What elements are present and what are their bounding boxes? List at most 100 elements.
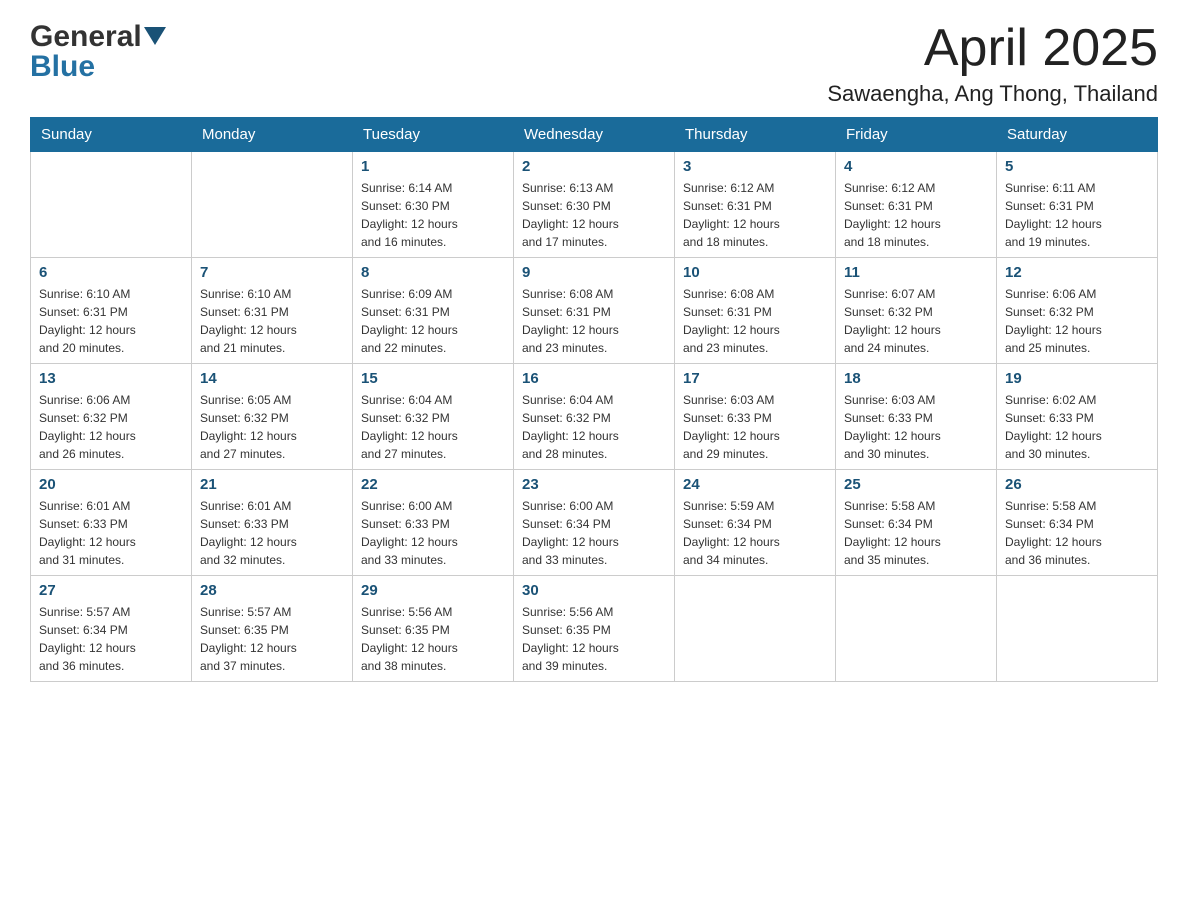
- column-header-monday: Monday: [192, 118, 353, 152]
- calendar-week-row: 20 Sunrise: 6:01 AM Sunset: 6:33 PM Dayli…: [31, 470, 1158, 576]
- calendar-cell: 20Sunrise: 6:01 AM Sunset: 6:33 PM Dayli…: [31, 470, 192, 576]
- calendar-cell: 22 Sunrise: 6:00 AM Sunset: 6:33 PM Dayli…: [353, 470, 514, 576]
- day-info: Sunrise: 6:10 AM Sunset: 6:31 PM Dayligh…: [200, 285, 344, 357]
- calendar-cell: 27Sunrise: 5:57 AM Sunset: 6:34 PM Dayli…: [31, 576, 192, 682]
- month-title: April 2025: [827, 20, 1158, 77]
- day-number: 16: [522, 370, 666, 387]
- day-info: Sunrise: 6:04 AM Sunset: 6:32 PM Dayligh…: [361, 391, 505, 463]
- day-info: Sunrise: 5:57 AM Sunset: 6:34 PM Dayligh…: [39, 603, 183, 675]
- calendar-cell: 2 Sunrise: 6:13 AM Sunset: 6:30 PM Daylig…: [514, 152, 675, 258]
- calendar-cell: [31, 152, 192, 258]
- day-info: Sunrise: 6:10 AM Sunset: 6:31 PM Dayligh…: [39, 285, 183, 357]
- day-info: Sunrise: 6:06 AM Sunset: 6:32 PM Dayligh…: [1005, 285, 1149, 357]
- calendar-week-row: 27Sunrise: 5:57 AM Sunset: 6:34 PM Dayli…: [31, 576, 1158, 682]
- calendar-cell: 10Sunrise: 6:08 AM Sunset: 6:31 PM Dayli…: [675, 258, 836, 364]
- calendar-week-row: 6 Sunrise: 6:10 AM Sunset: 6:31 PM Daylig…: [31, 258, 1158, 364]
- day-info: Sunrise: 6:13 AM Sunset: 6:30 PM Dayligh…: [522, 179, 666, 251]
- day-number: 5: [1005, 158, 1149, 175]
- calendar-cell: 4 Sunrise: 6:12 AM Sunset: 6:31 PM Daylig…: [836, 152, 997, 258]
- day-number: 17: [683, 370, 827, 387]
- column-header-sunday: Sunday: [31, 118, 192, 152]
- calendar-cell: 23 Sunrise: 6:00 AM Sunset: 6:34 PM Dayli…: [514, 470, 675, 576]
- calendar-cell: [675, 576, 836, 682]
- day-info: Sunrise: 6:12 AM Sunset: 6:31 PM Dayligh…: [844, 179, 988, 251]
- day-info: Sunrise: 5:56 AM Sunset: 6:35 PM Dayligh…: [522, 603, 666, 675]
- day-number: 28: [200, 582, 344, 599]
- calendar-cell: 19Sunrise: 6:02 AM Sunset: 6:33 PM Dayli…: [997, 364, 1158, 470]
- calendar-cell: 30 Sunrise: 5:56 AM Sunset: 6:35 PM Dayli…: [514, 576, 675, 682]
- day-info: Sunrise: 6:08 AM Sunset: 6:31 PM Dayligh…: [683, 285, 827, 357]
- calendar-cell: 1 Sunrise: 6:14 AM Sunset: 6:30 PM Daylig…: [353, 152, 514, 258]
- column-header-friday: Friday: [836, 118, 997, 152]
- day-info: Sunrise: 5:56 AM Sunset: 6:35 PM Dayligh…: [361, 603, 505, 675]
- calendar-cell: 24 Sunrise: 5:59 AM Sunset: 6:34 PM Dayli…: [675, 470, 836, 576]
- calendar-cell: 9 Sunrise: 6:08 AM Sunset: 6:31 PM Daylig…: [514, 258, 675, 364]
- day-number: 11: [844, 264, 988, 281]
- calendar-cell: 18 Sunrise: 6:03 AM Sunset: 6:33 PM Dayli…: [836, 364, 997, 470]
- day-info: Sunrise: 6:07 AM Sunset: 6:32 PM Dayligh…: [844, 285, 988, 357]
- day-number: 1: [361, 158, 505, 175]
- day-info: Sunrise: 6:12 AM Sunset: 6:31 PM Dayligh…: [683, 179, 827, 251]
- day-number: 25: [844, 476, 988, 493]
- day-info: Sunrise: 5:59 AM Sunset: 6:34 PM Dayligh…: [683, 497, 827, 569]
- day-number: 19: [1005, 370, 1149, 387]
- calendar-cell: 16 Sunrise: 6:04 AM Sunset: 6:32 PM Dayli…: [514, 364, 675, 470]
- day-info: Sunrise: 6:14 AM Sunset: 6:30 PM Dayligh…: [361, 179, 505, 251]
- logo-arrow-icon: [144, 27, 166, 45]
- day-number: 7: [200, 264, 344, 281]
- day-info: Sunrise: 6:09 AM Sunset: 6:31 PM Dayligh…: [361, 285, 505, 357]
- day-info: Sunrise: 6:00 AM Sunset: 6:33 PM Dayligh…: [361, 497, 505, 569]
- calendar-cell: 15Sunrise: 6:04 AM Sunset: 6:32 PM Dayli…: [353, 364, 514, 470]
- day-number: 30: [522, 582, 666, 599]
- calendar-cell: [997, 576, 1158, 682]
- logo-general-text: General: [30, 20, 166, 54]
- day-number: 21: [200, 476, 344, 493]
- day-info: Sunrise: 6:01 AM Sunset: 6:33 PM Dayligh…: [200, 497, 344, 569]
- day-info: Sunrise: 5:57 AM Sunset: 6:35 PM Dayligh…: [200, 603, 344, 675]
- day-number: 14: [200, 370, 344, 387]
- column-header-wednesday: Wednesday: [514, 118, 675, 152]
- calendar-cell: 12 Sunrise: 6:06 AM Sunset: 6:32 PM Dayli…: [997, 258, 1158, 364]
- day-number: 18: [844, 370, 988, 387]
- title-area: April 2025 Sawaengha, Ang Thong, Thailan…: [827, 20, 1158, 107]
- day-number: 23: [522, 476, 666, 493]
- day-number: 12: [1005, 264, 1149, 281]
- day-number: 6: [39, 264, 183, 281]
- calendar-cell: 7 Sunrise: 6:10 AM Sunset: 6:31 PM Daylig…: [192, 258, 353, 364]
- calendar-cell: 5 Sunrise: 6:11 AM Sunset: 6:31 PM Daylig…: [997, 152, 1158, 258]
- header: General Blue April 2025 Sawaengha, Ang T…: [30, 20, 1158, 107]
- calendar-cell: [836, 576, 997, 682]
- day-number: 2: [522, 158, 666, 175]
- day-number: 20: [39, 476, 183, 493]
- calendar-cell: 8Sunrise: 6:09 AM Sunset: 6:31 PM Daylig…: [353, 258, 514, 364]
- column-header-tuesday: Tuesday: [353, 118, 514, 152]
- day-number: 22: [361, 476, 505, 493]
- calendar-cell: 13Sunrise: 6:06 AM Sunset: 6:32 PM Dayli…: [31, 364, 192, 470]
- calendar-cell: [192, 152, 353, 258]
- calendar-week-row: 13Sunrise: 6:06 AM Sunset: 6:32 PM Dayli…: [31, 364, 1158, 470]
- day-info: Sunrise: 5:58 AM Sunset: 6:34 PM Dayligh…: [1005, 497, 1149, 569]
- calendar-cell: 26 Sunrise: 5:58 AM Sunset: 6:34 PM Dayli…: [997, 470, 1158, 576]
- day-info: Sunrise: 6:06 AM Sunset: 6:32 PM Dayligh…: [39, 391, 183, 463]
- logo: General Blue: [30, 20, 166, 84]
- day-info: Sunrise: 6:00 AM Sunset: 6:34 PM Dayligh…: [522, 497, 666, 569]
- calendar-cell: 17 Sunrise: 6:03 AM Sunset: 6:33 PM Dayli…: [675, 364, 836, 470]
- day-info: Sunrise: 6:03 AM Sunset: 6:33 PM Dayligh…: [844, 391, 988, 463]
- day-number: 9: [522, 264, 666, 281]
- calendar-table: SundayMondayTuesdayWednesdayThursdayFrid…: [30, 117, 1158, 682]
- calendar-cell: 21 Sunrise: 6:01 AM Sunset: 6:33 PM Dayli…: [192, 470, 353, 576]
- day-info: Sunrise: 6:08 AM Sunset: 6:31 PM Dayligh…: [522, 285, 666, 357]
- column-header-thursday: Thursday: [675, 118, 836, 152]
- logo-blue-text: Blue: [30, 50, 95, 84]
- day-info: Sunrise: 6:04 AM Sunset: 6:32 PM Dayligh…: [522, 391, 666, 463]
- location-title: Sawaengha, Ang Thong, Thailand: [827, 81, 1158, 107]
- calendar-cell: 25 Sunrise: 5:58 AM Sunset: 6:34 PM Dayli…: [836, 470, 997, 576]
- day-number: 26: [1005, 476, 1149, 493]
- day-number: 4: [844, 158, 988, 175]
- day-info: Sunrise: 5:58 AM Sunset: 6:34 PM Dayligh…: [844, 497, 988, 569]
- day-info: Sunrise: 6:03 AM Sunset: 6:33 PM Dayligh…: [683, 391, 827, 463]
- calendar-header-row: SundayMondayTuesdayWednesdayThursdayFrid…: [31, 118, 1158, 152]
- day-info: Sunrise: 6:11 AM Sunset: 6:31 PM Dayligh…: [1005, 179, 1149, 251]
- calendar-cell: 3Sunrise: 6:12 AM Sunset: 6:31 PM Daylig…: [675, 152, 836, 258]
- day-number: 24: [683, 476, 827, 493]
